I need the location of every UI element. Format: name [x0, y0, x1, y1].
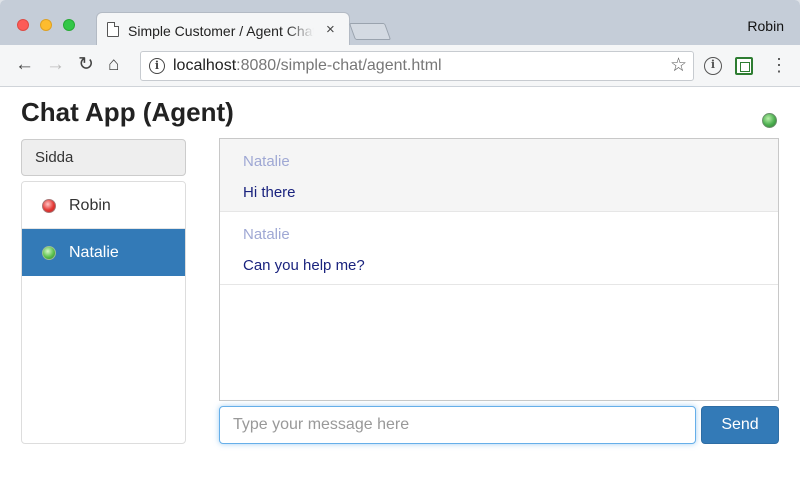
url-path: :8080/simple-chat/agent.html [236, 57, 442, 74]
new-tab-button[interactable] [348, 23, 392, 40]
forward-arrow-icon[interactable]: → [46, 54, 65, 76]
home-icon[interactable]: ⌂ [108, 54, 119, 76]
menu-kebab-icon[interactable]: ⋮ [770, 55, 788, 75]
customer-name: Natalie [69, 244, 119, 261]
page-content: Chat App (Agent) Sidda Robin Natalie Nat… [0, 88, 800, 500]
message-item: Natalie Can you help me? [220, 212, 778, 285]
bookmark-star-icon[interactable]: ☆ [670, 54, 687, 77]
browser-tab-active[interactable]: Simple Customer / Agent Chat × [96, 12, 350, 46]
message-text: Hi there [243, 184, 296, 201]
customer-list: Robin Natalie [21, 181, 186, 444]
send-button[interactable]: Send [701, 406, 779, 444]
window-minimize-button[interactable] [40, 19, 52, 31]
info-icon[interactable]: i [149, 58, 165, 74]
customer-item-natalie[interactable]: Natalie [22, 229, 185, 276]
message-author: Natalie [243, 226, 290, 243]
tab-strip: Simple Customer / Agent Chat × Robin [0, 0, 800, 46]
document-icon [107, 22, 119, 37]
browser-toolbar: ← → ↻ ⌂ i localhost:8080/simple-chat/age… [0, 45, 800, 87]
message-text: Can you help me? [243, 257, 365, 274]
url-host: localhost [173, 57, 237, 74]
browser-window: Simple Customer / Agent Chat × Robin ← →… [0, 0, 800, 500]
window-close-button[interactable] [17, 19, 29, 31]
url-text[interactable]: localhost:8080/simple-chat/agent.html [173, 57, 442, 75]
message-author: Natalie [243, 153, 290, 170]
tab-close-icon[interactable]: × [326, 21, 335, 38]
window-maximize-button[interactable] [63, 19, 75, 31]
back-arrow-icon[interactable]: ← [15, 54, 34, 76]
tab-title: Simple Customer / Agent Chat [128, 23, 314, 39]
offline-status-icon [42, 199, 56, 213]
agent-status-indicator [762, 113, 777, 128]
extension-info-icon[interactable]: i [704, 57, 722, 75]
customer-name: Robin [69, 197, 111, 214]
agent-name-box: Sidda [21, 139, 186, 176]
online-status-icon [42, 246, 56, 260]
chat-messages-panel[interactable]: Natalie Hi there Natalie Can you help me… [219, 138, 779, 401]
reload-icon[interactable]: ↻ [78, 54, 94, 76]
profile-name[interactable]: Robin [747, 18, 784, 34]
message-item: Natalie Hi there [220, 139, 778, 212]
page-title: Chat App (Agent) [21, 97, 234, 127]
customer-item-robin[interactable]: Robin [22, 182, 185, 229]
address-bar[interactable]: i localhost:8080/simple-chat/agent.html … [140, 51, 694, 81]
message-input[interactable] [219, 406, 696, 444]
extension-screenshot-icon[interactable] [735, 57, 753, 75]
